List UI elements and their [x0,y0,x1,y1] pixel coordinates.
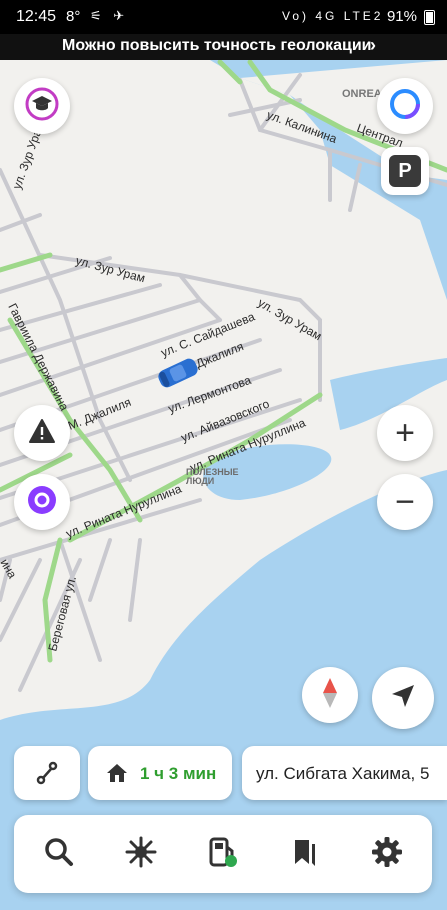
zoom-in-button[interactable]: + [377,405,433,461]
routes-button[interactable] [14,746,80,800]
status-temperature: 8° [66,8,81,25]
locate-icon [390,683,416,714]
settings-icon [370,835,404,874]
zoom-in-icon: + [395,413,415,452]
street-label: М. Джалиля [66,395,133,433]
fuel-icon [206,835,240,874]
fuel-button[interactable] [188,815,258,893]
destination-card[interactable]: ул. Сибгата Хакима, 5 [242,746,447,800]
street-label: ул. Зур Урам [256,295,325,343]
graduation-cap-icon [24,86,60,127]
banner-text: Можно повысить точность геолокации [62,37,372,54]
compass-button[interactable] [302,667,358,723]
chevron-right-icon: › [370,35,376,55]
routes-icon [34,760,60,791]
route-time: 1 ч 3 мин [140,764,217,783]
search-icon [44,837,74,872]
alice-assistant-button[interactable] [14,474,70,530]
zoom-out-icon: − [395,482,415,521]
alice-icon [388,87,422,126]
home-route-card[interactable]: 1 ч 3 мин [88,746,232,800]
home-icon [105,762,129,789]
bookmark-icon [291,836,319,873]
discovery-icon [124,835,158,874]
zoom-out-button[interactable]: − [377,474,433,530]
discovery-button[interactable] [106,815,176,893]
poi-sign: ПОЛЕЗНЫЕ ЛЮДИ [186,468,239,486]
bookmarks-button[interactable] [270,815,340,893]
parking-icon: P [389,155,421,187]
poi-sign-line2: ЛЮДИ [186,476,215,486]
compass-icon [320,677,340,714]
road-event-button[interactable] [14,405,70,461]
notification-icons: ⚟ ✈ [90,8,129,23]
car-marker [158,358,198,388]
locate-me-button[interactable] [372,667,434,729]
geolocation-banner[interactable]: Можно повысить точность геолокации › [0,34,447,60]
bottom-toolbar [14,815,432,893]
search-button[interactable] [24,815,94,893]
signal-text: Vo) 4G LTE2 [282,9,384,23]
learning-mode-button[interactable] [14,78,70,134]
alice-icon [26,484,58,521]
settings-button[interactable] [352,815,422,893]
street-label: ина [0,557,20,582]
battery-icon [424,10,435,25]
status-time: 12:45 [16,8,57,25]
status-bar: 12:45 8° ⚟ ✈ Vo) 4G LTE2 91% [0,0,447,34]
warning-icon [28,418,56,449]
alice-top-button[interactable] [377,78,433,134]
battery-percent: 91% [386,8,417,25]
destination-address: ул. Сибгата Хакима, 5 [256,764,430,783]
parking-button[interactable]: P [381,147,429,195]
